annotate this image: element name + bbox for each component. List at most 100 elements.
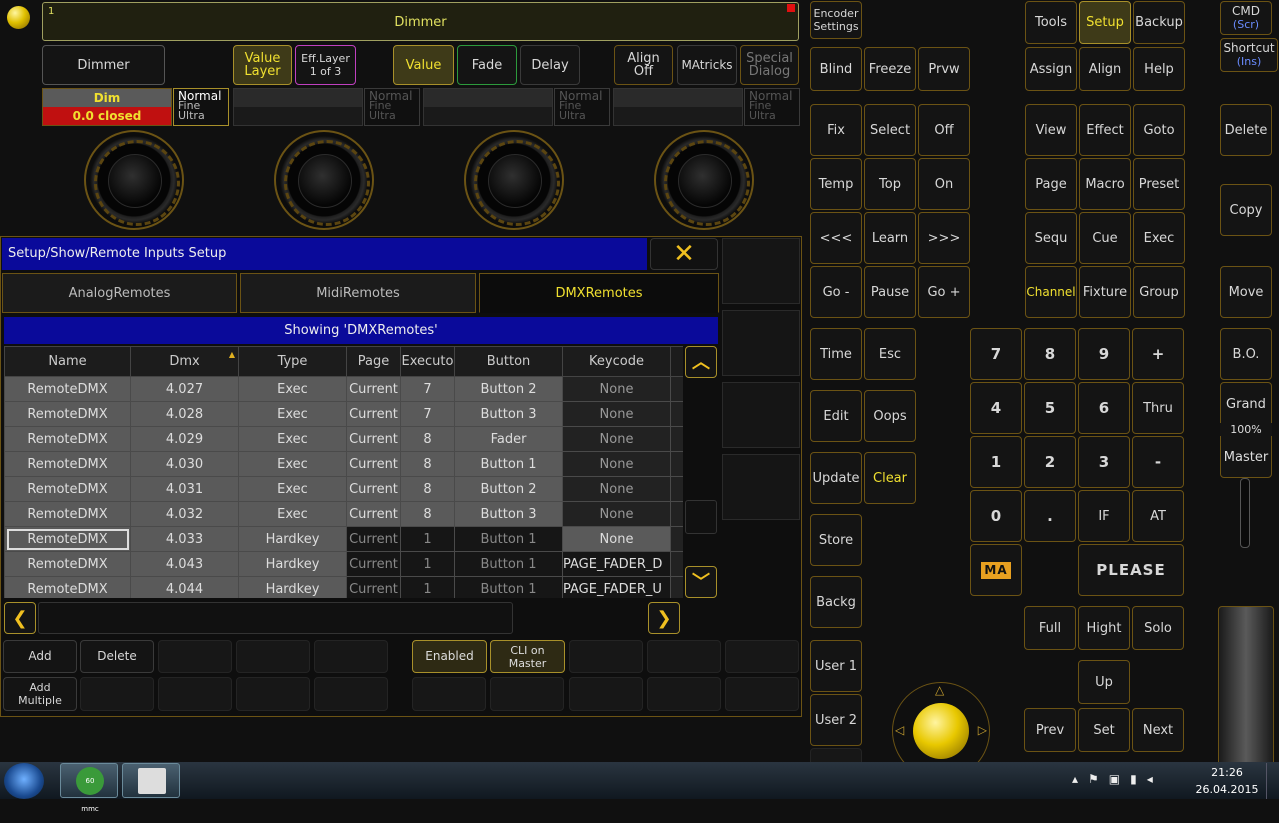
value-button[interactable]: Value <box>393 45 454 85</box>
encoder-4-label[interactable] <box>613 88 743 126</box>
key-if[interactable]: IF <box>1078 490 1130 542</box>
temp-button[interactable]: Temp <box>810 158 862 210</box>
enabled-toggle[interactable]: Enabled <box>412 640 487 673</box>
table-row[interactable]: RemoteDMX 4.043 Hardkey Current 1 Button 1 PAG… <box>4 551 683 577</box>
prev-button[interactable]: Prev <box>1024 708 1076 752</box>
delay-button[interactable]: Delay <box>520 45 580 85</box>
exec-button[interactable]: Exec <box>1133 212 1185 264</box>
table-row[interactable]: RemoteDMX 4.030 Exec Current 8 Button 1 None <box>4 451 683 477</box>
user1-button[interactable]: User 1 <box>810 640 862 692</box>
goto-button[interactable]: Goto <box>1133 104 1185 156</box>
move-button[interactable]: Move <box>1220 266 1272 318</box>
key-4[interactable]: 4 <box>970 382 1022 434</box>
encoder-2-label[interactable] <box>233 88 363 126</box>
delete-console-button[interactable]: Delete <box>1220 104 1272 156</box>
align-button[interactable]: Align Off <box>614 45 673 85</box>
shortcut-button[interactable]: Shortcut (Ins) <box>1220 38 1278 72</box>
encoder-1-resolution[interactable]: Normal Fine Ultra <box>173 88 229 126</box>
backup-button[interactable]: Backup <box>1133 1 1185 44</box>
prvw-button[interactable]: Prvw <box>918 47 970 91</box>
fixture-button[interactable]: Fixture <box>1079 266 1131 318</box>
show-desktop-button[interactable] <box>1266 763 1278 799</box>
learn-button[interactable]: Learn <box>864 212 916 264</box>
key-9[interactable]: 9 <box>1078 328 1130 380</box>
esc-button[interactable]: Esc <box>864 328 916 380</box>
clock-date[interactable]: 26.04.2015 <box>1195 783 1259 796</box>
table-row[interactable]: RemoteDMX 4.044 Hardkey Current 1 Button 1 PAG… <box>4 576 683 598</box>
executor-fader[interactable] <box>1218 606 1274 766</box>
group-button[interactable]: Group <box>1133 266 1185 318</box>
fix-button[interactable]: Fix <box>810 104 862 156</box>
edit-button[interactable]: Edit <box>810 390 862 442</box>
table-row[interactable]: RemoteDMX 4.029 Exec Current 8 Fader None <box>4 426 683 452</box>
scroll-down-button[interactable]: ﹀ <box>685 566 717 598</box>
encoder-3-label[interactable] <box>423 88 553 126</box>
add-button[interactable]: Add <box>3 640 77 673</box>
encoder-knob-1[interactable] <box>84 130 184 230</box>
update-button[interactable]: Update <box>810 452 862 504</box>
oops-button[interactable]: Oops <box>864 390 916 442</box>
effect-button[interactable]: Effect <box>1079 104 1131 156</box>
encoder-3-resolution[interactable]: Normal Fine Ultra <box>554 88 610 126</box>
set-button[interactable]: Set <box>1078 708 1130 752</box>
hight-button[interactable]: Hight <box>1078 606 1130 650</box>
channel-button[interactable]: Channel <box>1025 266 1077 318</box>
scroll-right-button[interactable]: ❯ <box>648 602 680 634</box>
col-header-dmx[interactable]: Dmx ▲ <box>130 346 239 377</box>
go-plus-button[interactable]: Go + <box>918 266 970 318</box>
col-header-executor[interactable]: Executo <box>400 346 455 377</box>
grand-master-track[interactable] <box>1240 478 1250 548</box>
copy-button[interactable]: Copy <box>1220 184 1272 236</box>
please-button[interactable]: PLEASE <box>1078 544 1184 596</box>
seq-forward-button[interactable]: >>> <box>918 212 970 264</box>
go-minus-button[interactable]: Go - <box>810 266 862 318</box>
horizontal-scrollbar-thumb[interactable] <box>38 602 513 634</box>
start-button-icon[interactable] <box>4 763 44 799</box>
tab-analog-remotes[interactable]: AnalogRemotes <box>2 273 237 313</box>
help-button[interactable]: Help <box>1133 47 1185 91</box>
key-2[interactable]: 2 <box>1024 436 1076 488</box>
pause-button[interactable]: Pause <box>864 266 916 318</box>
vertical-scrollbar-thumb[interactable] <box>685 500 717 534</box>
on-button[interactable]: On <box>918 158 970 210</box>
encoder-knob-4[interactable] <box>654 130 754 230</box>
table-row[interactable]: RemoteDMX 4.028 Exec Current 7 Button 3 None <box>4 401 683 427</box>
clear-button[interactable]: Clear <box>864 452 916 504</box>
encoder-4-resolution[interactable]: Normal Fine Ultra <box>744 88 800 126</box>
store-button[interactable]: Store <box>810 514 862 566</box>
next-button[interactable]: Next <box>1132 708 1184 752</box>
blind-button[interactable]: Blind <box>810 47 862 91</box>
clock-time[interactable]: 21:26 <box>1200 766 1254 779</box>
tools-button[interactable]: Tools <box>1025 1 1077 44</box>
window-title-bar[interactable]: Setup/Show/Remote Inputs Setup <box>2 238 647 270</box>
value-layer-button[interactable]: Value Layer <box>233 45 292 85</box>
backg-button[interactable]: Backg <box>810 576 862 628</box>
cmd-button[interactable]: CMD (Scr) <box>1220 1 1272 35</box>
col-header-type[interactable]: Type <box>238 346 347 377</box>
close-window-button[interactable]: ✕ <box>650 238 718 270</box>
key-1[interactable]: 1 <box>970 436 1022 488</box>
ma-key[interactable]: MA <box>970 544 1022 596</box>
setup-button[interactable]: Setup <box>1079 1 1131 44</box>
key-plus[interactable]: + <box>1132 328 1184 380</box>
attribute-button[interactable]: Dimmer <box>42 45 165 85</box>
user2-button[interactable]: User 2 <box>810 694 862 746</box>
table-row[interactable]: RemoteDMX 4.027 Exec Current 7 Button 2 None <box>4 376 683 402</box>
key-8[interactable]: 8 <box>1024 328 1076 380</box>
col-header-keycode[interactable]: Keycode <box>562 346 671 377</box>
encoder-2-resolution[interactable]: Normal Fine Ultra <box>364 88 420 126</box>
top-button[interactable]: Top <box>864 158 916 210</box>
seq-back-button[interactable]: <<< <box>810 212 862 264</box>
key-thru[interactable]: Thru <box>1132 382 1184 434</box>
view-button[interactable]: View <box>1025 104 1077 156</box>
encoder-knob-2[interactable] <box>274 130 374 230</box>
encoder-knob-3[interactable] <box>464 130 564 230</box>
delete-remote-button[interactable]: Delete <box>80 640 154 673</box>
col-header-button[interactable]: Button <box>454 346 563 377</box>
key-dot[interactable]: . <box>1024 490 1076 542</box>
tray-icons[interactable]: ▴⚑▣▮◂ <box>1072 772 1163 786</box>
key-7[interactable]: 7 <box>970 328 1022 380</box>
table-row-selected[interactable]: RemoteDMX 4.033 Hardkey Current 1 Button 1 Non… <box>4 526 683 552</box>
solo-button[interactable]: Solo <box>1132 606 1184 650</box>
page-button[interactable]: Page <box>1025 158 1077 210</box>
